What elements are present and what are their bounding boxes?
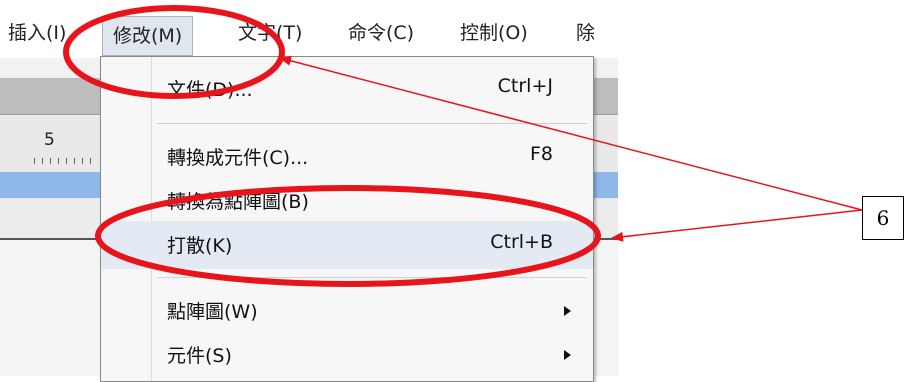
highlight-ellipse-modify-menu bbox=[63, 5, 285, 99]
screenshot-stage: 插入(I) 修改(M) 文字(T) 命令(C) 控制(O) 除 5 文件(D).… bbox=[0, 0, 904, 382]
arrow-to-break-apart bbox=[611, 209, 863, 242]
callout-number-box: 6 bbox=[862, 196, 904, 240]
annotation-overlay bbox=[63, 5, 863, 287]
highlight-ellipse-break-apart bbox=[95, 185, 601, 287]
